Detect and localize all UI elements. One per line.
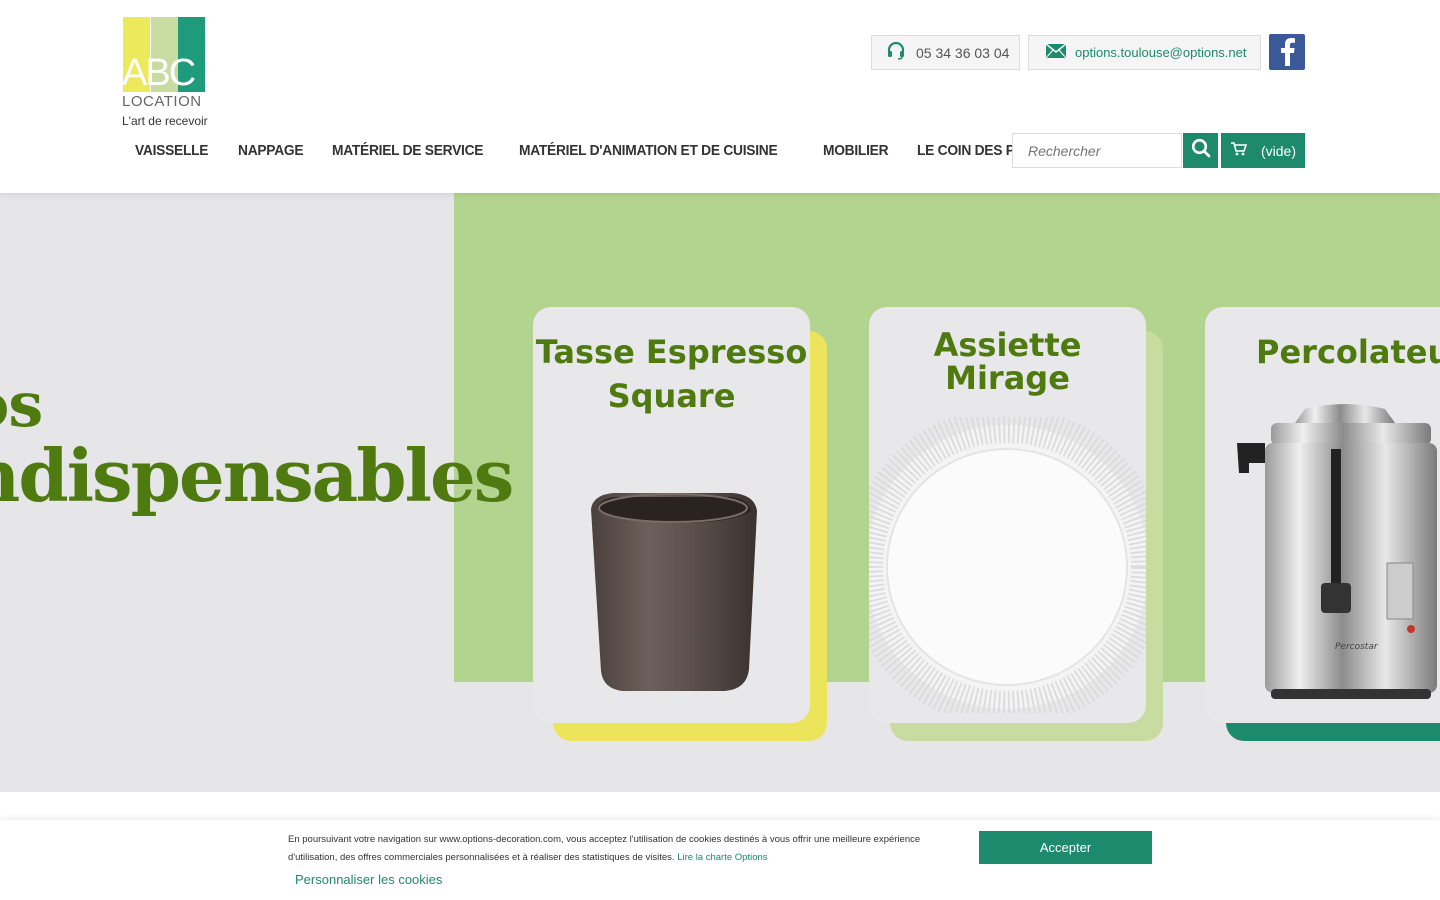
customize-cookies-link[interactable]: Personnaliser les cookies xyxy=(295,872,442,887)
cart-icon xyxy=(1231,142,1248,159)
percolator-image: Percostar xyxy=(1237,404,1437,699)
nav-item-nappage[interactable]: NAPPAGE xyxy=(238,142,304,159)
logo-tagline: L'art de recevoir xyxy=(122,114,208,128)
phone-contact[interactable]: 05 34 36 03 04 xyxy=(871,35,1020,70)
accept-cookies-button[interactable]: Accepter xyxy=(979,831,1152,864)
cart-button[interactable]: (vide) xyxy=(1221,133,1305,168)
logo-letters: ABC xyxy=(122,52,196,94)
percolator-brand: Percostar xyxy=(1335,642,1379,652)
cookie-notice-text: En poursuivant votre navigation sur www.… xyxy=(288,834,921,863)
nav-item-vaisselle[interactable]: VAISSELLE xyxy=(135,142,208,159)
search-icon xyxy=(1191,138,1211,163)
search-input[interactable] xyxy=(1012,133,1182,168)
hero-title-line2: ndispensables xyxy=(0,433,514,518)
product-title-line1: Percolateur xyxy=(1256,333,1440,371)
product-card-tasse-espresso[interactable]: Tasse Espresso Square xyxy=(533,307,810,723)
cookie-notice: En poursuivant votre navigation sur www.… xyxy=(288,831,948,867)
site-header: ABC LOCATION L'art de recevoir 05 34 36 … xyxy=(0,0,1440,193)
product-title-line1: Tasse Espresso xyxy=(535,333,808,371)
logo-name: LOCATION xyxy=(122,93,202,110)
hero-slider[interactable]: os ndispensables Tasse Espresso Square A… xyxy=(0,193,1440,792)
plate-image xyxy=(869,417,1146,713)
nav-item-materiel-animation-cuisine[interactable]: MATÉRIEL D'ANIMATION ET DE CUISINE xyxy=(519,142,778,159)
facebook-icon[interactable] xyxy=(1269,34,1305,70)
hero-title-line1: os xyxy=(0,368,43,441)
espresso-cup-image xyxy=(591,493,757,691)
page: ABC LOCATION L'art de recevoir 05 34 36 … xyxy=(0,0,1440,900)
product-card-percolateur[interactable]: Percolateur Percostar xyxy=(1205,307,1440,723)
product-title-line2: Mirage xyxy=(945,359,1070,397)
envelope-icon xyxy=(1045,43,1067,62)
cart-status: (vide) xyxy=(1261,142,1297,159)
cookie-charter-link[interactable]: Lire la charte Options xyxy=(677,852,767,863)
headset-icon xyxy=(886,41,906,64)
cookie-banner: En poursuivant votre navigation sur www.… xyxy=(0,820,1440,900)
product-card-assiette-mirage[interactable]: Assiette Mirage xyxy=(869,307,1146,723)
email-address: options.toulouse@options.net xyxy=(1075,45,1247,60)
abc-location-logo[interactable]: ABC LOCATION L'art de recevoir xyxy=(122,17,208,129)
main-navigation: VAISSELLE NAPPAGE MATÉRIEL DE SERVICE MA… xyxy=(135,142,1077,159)
product-title-line1: Assiette xyxy=(933,326,1082,364)
search-button[interactable] xyxy=(1183,133,1218,168)
email-contact[interactable]: options.toulouse@options.net xyxy=(1028,35,1261,70)
nav-item-materiel-de-service[interactable]: MATÉRIEL DE SERVICE xyxy=(332,142,483,159)
phone-number: 05 34 36 03 04 xyxy=(916,44,1010,61)
nav-item-mobilier[interactable]: MOBILIER xyxy=(823,142,889,159)
product-title-line2: Square xyxy=(607,377,736,415)
